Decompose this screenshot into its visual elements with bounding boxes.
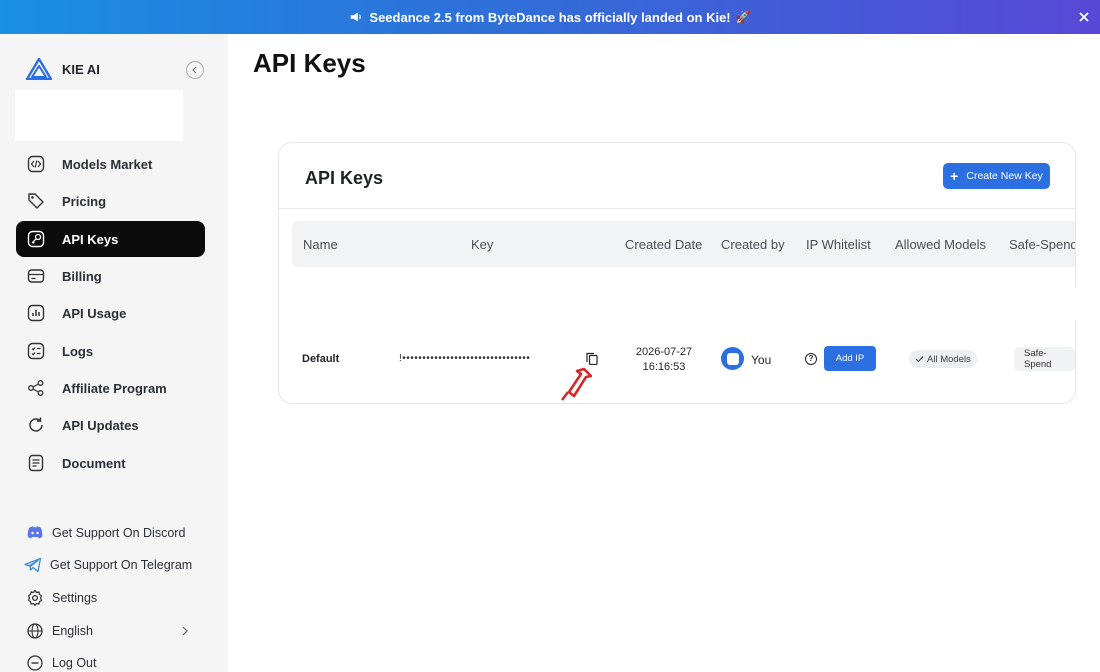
sidebar-item-label: API Updates [62, 417, 139, 433]
card-icon [27, 269, 45, 283]
sidebar-item-affiliate-program[interactable]: Affiliate Program [16, 370, 205, 406]
add-ip-button[interactable]: Add IP [824, 346, 876, 371]
allowed-models-label: All Models [927, 353, 971, 365]
column-header-key: Key [471, 237, 494, 252]
telegram-icon [24, 557, 42, 573]
sidebar-item-api-usage[interactable]: API Usage [16, 295, 205, 331]
announcement-banner: Seedance 2.5 from ByteDance has official… [0, 0, 1100, 34]
copy-icon[interactable] [586, 352, 598, 365]
page-title: API Keys [253, 48, 366, 78]
settings-link[interactable]: Settings [26, 589, 97, 607]
sidebar-item-label: API Keys [62, 231, 119, 247]
created-date-day: 2026-07-27 [635, 346, 693, 358]
tag-icon [28, 193, 44, 209]
sidebar-item-models-market[interactable]: Models Market [16, 146, 205, 182]
telegram-label: Get Support On Telegram [50, 558, 193, 572]
key-icon [27, 230, 45, 248]
share-icon [28, 380, 44, 396]
chart-icon [27, 304, 45, 322]
sidebar-item-label: API Usage [62, 305, 127, 321]
brand[interactable]: KIE AI [26, 58, 100, 80]
help-icon[interactable]: ? [805, 353, 817, 365]
logout-label: Log Out [52, 656, 97, 670]
masked-key: !•••••••••••••••••••••••••••••••• [399, 353, 531, 364]
sidebar-item-label: Affiliate Program [62, 380, 167, 396]
card-title: API Keys [305, 168, 384, 188]
allowed-models-badge: All Models [909, 350, 977, 368]
sidebar-item-pricing[interactable]: Pricing [16, 183, 205, 219]
column-header-ip-whitelist: IP Whitelist [806, 237, 871, 252]
settings-label: Settings [52, 591, 98, 605]
sidebar-item-billing[interactable]: Billing [16, 258, 205, 294]
table-header: Name Key Created Date Created by IP Whit… [292, 221, 1076, 267]
kie-logo-icon [26, 58, 52, 80]
banner-text: Seedance 2.5 from ByteDance has official… [369, 9, 731, 25]
sidebar-item-label: Logs [62, 343, 94, 359]
column-header-created-date: Created Date [625, 237, 703, 252]
created-date: 2026-07-27 16:16:53 [629, 345, 699, 375]
globe-icon [27, 623, 43, 639]
gear-icon [27, 589, 43, 607]
sidebar-item-label: Pricing [62, 193, 107, 209]
key-name: Default [302, 353, 340, 365]
discord-label: Get Support On Discord [52, 526, 186, 540]
sidebar-item-label: Models Market [62, 156, 153, 172]
rocket-icon: 🚀 [735, 10, 751, 24]
safe-spend-button[interactable]: Safe-Spend [1014, 347, 1075, 371]
created-date-time: 16:16:53 [642, 361, 686, 373]
plus-icon: + [950, 168, 959, 184]
logout-link[interactable]: Log Out [26, 654, 96, 672]
logs-icon [27, 342, 45, 360]
sidebar-item-api-updates[interactable]: API Updates [16, 407, 205, 443]
discord-icon [27, 526, 43, 539]
create-new-key-button[interactable]: + Create New Key [943, 163, 1050, 189]
api-keys-card: API Keys + Create New Key Name Key Creat… [278, 142, 1076, 404]
column-header-name: Name [303, 237, 338, 252]
creator-avatar-icon [721, 347, 744, 370]
annotation-arrow-icon [560, 367, 592, 401]
sidebar-item-label: Billing [62, 268, 102, 284]
create-new-key-label: Create New Key [966, 170, 1043, 182]
brand-name: KIE AI [62, 61, 100, 77]
column-header-created-by: Created by [721, 237, 785, 252]
collapse-sidebar-button[interactable] [186, 61, 204, 79]
megaphone-icon [351, 12, 362, 22]
logout-icon [27, 655, 43, 671]
check-icon [915, 356, 924, 363]
discord-support-link[interactable]: Get Support On Discord [26, 524, 185, 542]
refresh-icon [29, 417, 43, 432]
telegram-support-link[interactable]: Get Support On Telegram [24, 556, 192, 574]
chevron-right-icon[interactable] [180, 626, 190, 636]
language-selector[interactable]: English [26, 622, 93, 640]
column-header-allowed-models: Allowed Models [895, 237, 987, 252]
sidebar-item-label: Document [62, 455, 126, 471]
language-label: English [52, 624, 93, 638]
document-icon [28, 454, 44, 472]
divider [279, 208, 1075, 209]
column-header-safe-spend: Safe-Spend [1009, 237, 1076, 252]
sidebar: KIE AI Models Market Pricing API Keys Bi… [0, 34, 228, 672]
code-icon [27, 155, 45, 173]
table-scroll-edge [1074, 287, 1088, 320]
chevron-left-icon [192, 66, 197, 74]
created-by: You [751, 353, 772, 367]
sidebar-item-logs[interactable]: Logs [16, 333, 205, 369]
sidebar-item-api-keys[interactable]: API Keys [16, 221, 205, 257]
sidebar-item-document[interactable]: Document [16, 445, 205, 481]
close-banner-icon[interactable] [1076, 9, 1092, 25]
account-placeholder [15, 90, 183, 141]
